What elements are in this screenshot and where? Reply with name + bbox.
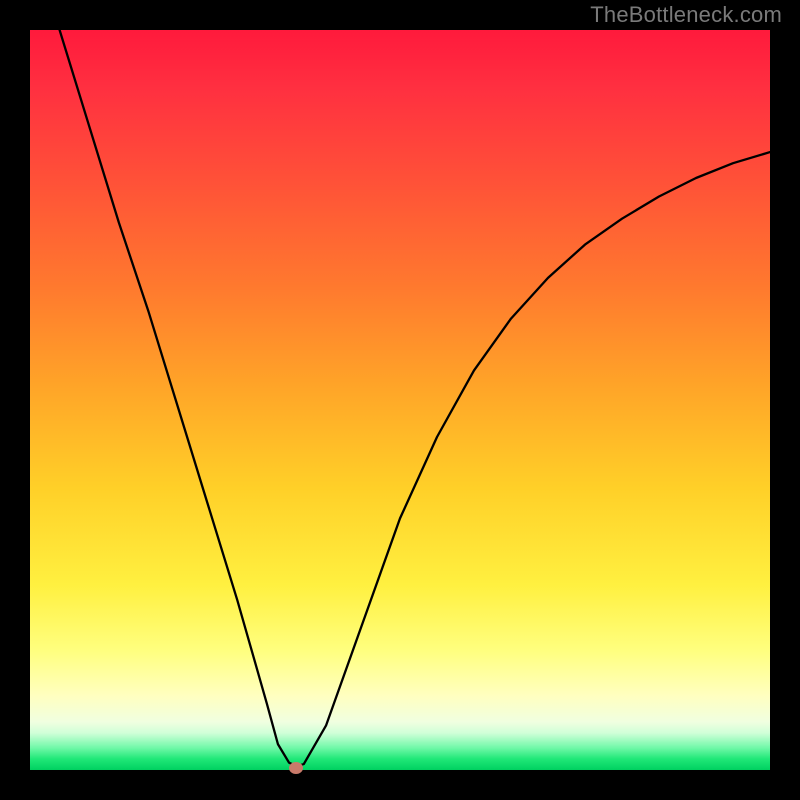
optimal-point-marker	[289, 762, 303, 774]
watermark-text: TheBottleneck.com	[590, 2, 782, 28]
chart-container: TheBottleneck.com	[0, 0, 800, 800]
bottleneck-curve-line	[60, 30, 770, 766]
plot-area	[30, 30, 770, 770]
curve-svg	[30, 30, 770, 770]
